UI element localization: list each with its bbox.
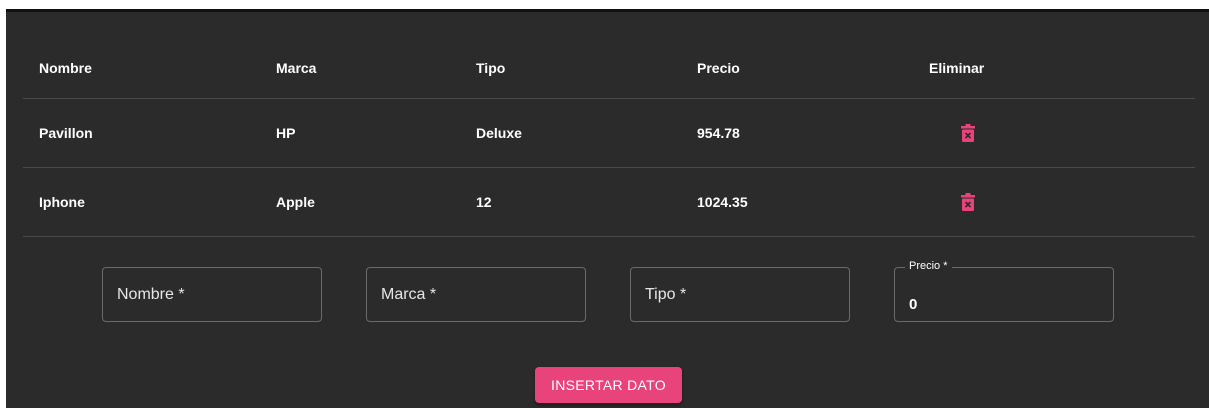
cell-nombre: Iphone: [39, 194, 85, 210]
table-header-row: Nombre Marca Tipo Precio Eliminar: [23, 38, 1195, 99]
header-tipo: Tipo: [476, 60, 506, 76]
cell-precio: 1024.35: [697, 194, 748, 210]
cell-nombre: Pavillon: [39, 125, 93, 141]
cell-marca: Apple: [276, 194, 315, 210]
trash-icon[interactable]: [961, 124, 975, 142]
insert-form: Nombre * Marca * Tipo * Precio * 0: [6, 260, 1209, 323]
cell-tipo: Deluxe: [476, 125, 522, 141]
insert-data-button[interactable]: INSERTAR DATO: [535, 367, 682, 403]
table-row: Iphone Apple 12 1024.35: [23, 168, 1195, 237]
cell-precio: 954.78: [697, 125, 740, 141]
precio-field[interactable]: Precio * 0: [894, 260, 1114, 322]
nombre-placeholder: Nombre *: [117, 285, 185, 303]
trash-icon[interactable]: [961, 193, 975, 211]
header-nombre: Nombre: [39, 60, 92, 76]
tipo-field[interactable]: Tipo *: [630, 267, 850, 322]
table-row: Pavillon HP Deluxe 954.78: [23, 99, 1195, 168]
precio-label: Precio *: [905, 260, 952, 272]
tipo-placeholder: Tipo *: [645, 285, 687, 303]
marca-field[interactable]: Marca *: [366, 267, 586, 322]
app-container: Nombre Marca Tipo Precio Eliminar Pavill…: [6, 9, 1209, 408]
nombre-field[interactable]: Nombre *: [102, 267, 322, 322]
header-marca: Marca: [276, 60, 317, 76]
products-table: Nombre Marca Tipo Precio Eliminar Pavill…: [23, 38, 1195, 237]
marca-placeholder: Marca *: [381, 285, 437, 303]
cell-marca: HP: [276, 125, 296, 141]
cell-tipo: 12: [476, 194, 492, 210]
header-precio: Precio: [697, 60, 740, 76]
precio-value: 0: [909, 296, 918, 313]
header-eliminar: Eliminar: [929, 60, 985, 76]
